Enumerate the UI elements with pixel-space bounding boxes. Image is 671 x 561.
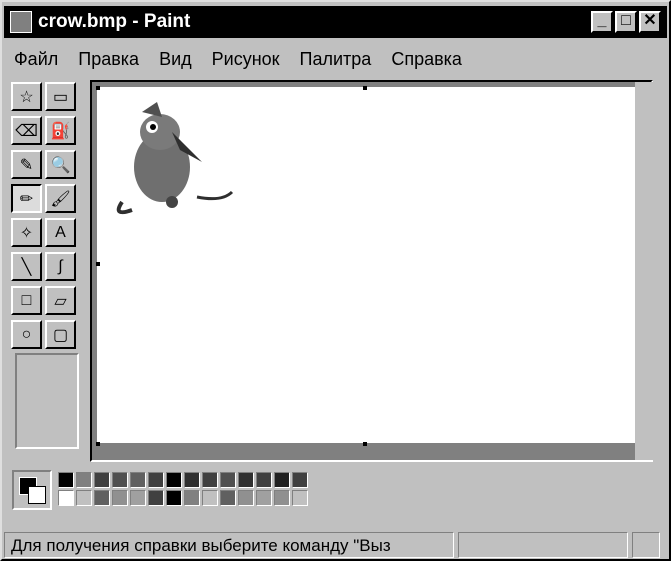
crow-image: [116, 102, 234, 215]
palette-swatch[interactable]: [130, 490, 146, 506]
menu-file[interactable]: Файл: [4, 49, 68, 70]
palette-swatch[interactable]: [112, 490, 128, 506]
line-icon[interactable]: ╲: [11, 252, 42, 281]
palette-swatch[interactable]: [112, 472, 128, 488]
minimize-button[interactable]: _: [591, 11, 613, 33]
status-resize-grip[interactable]: [632, 532, 660, 558]
status-panel: [458, 532, 628, 558]
palette-swatch[interactable]: [220, 472, 236, 488]
canvas-area: [90, 80, 653, 462]
resize-handle[interactable]: [96, 86, 100, 90]
paint-app-icon: [10, 11, 32, 33]
rectangle-icon[interactable]: □: [11, 286, 42, 315]
palette-swatch[interactable]: [184, 490, 200, 506]
drawing-canvas[interactable]: [97, 87, 637, 443]
window-buttons: _ □ ✕: [591, 11, 661, 33]
menu-help[interactable]: Справка: [381, 49, 472, 70]
palette-swatch[interactable]: [148, 490, 164, 506]
palette-swatch[interactable]: [58, 472, 74, 488]
palette-swatch[interactable]: [94, 472, 110, 488]
menu-view[interactable]: Вид: [149, 49, 202, 70]
fill-icon[interactable]: ⛽: [45, 116, 76, 145]
resize-handle[interactable]: [363, 86, 367, 90]
tool-options[interactable]: [15, 353, 79, 449]
polygon-icon[interactable]: ▱: [45, 286, 76, 315]
palette-swatch[interactable]: [202, 490, 218, 506]
palette-swatch[interactable]: [184, 472, 200, 488]
palette-swatch[interactable]: [130, 472, 146, 488]
text-icon[interactable]: A: [45, 218, 76, 247]
menu-bar: Файл Правка Вид Рисунок Палитра Справка: [4, 44, 472, 74]
palette-swatch[interactable]: [238, 472, 254, 488]
palette-swatch[interactable]: [166, 490, 182, 506]
window-title: crow.bmp - Paint: [38, 11, 191, 32]
palette-swatch[interactable]: [256, 472, 272, 488]
resize-handle[interactable]: [96, 262, 100, 266]
magnifier-icon[interactable]: 🔍: [45, 150, 76, 179]
eraser-icon[interactable]: ⌫: [11, 116, 42, 145]
close-button[interactable]: ✕: [639, 11, 661, 33]
brush-icon[interactable]: 🖌: [45, 184, 76, 213]
palette-swatch[interactable]: [148, 472, 164, 488]
palette-swatch[interactable]: [238, 490, 254, 506]
paint-window: crow.bmp - Paint _ □ ✕ Файл Правка Вид Р…: [0, 0, 671, 561]
title-bar[interactable]: crow.bmp - Paint _ □ ✕: [4, 6, 667, 38]
menu-colors[interactable]: Палитра: [290, 49, 382, 70]
pick-color-icon[interactable]: ✎: [11, 150, 42, 179]
pencil-icon[interactable]: ✏: [11, 184, 42, 213]
resize-handle[interactable]: [96, 442, 100, 446]
palette-swatch[interactable]: [166, 472, 182, 488]
palette-swatch[interactable]: [220, 490, 236, 506]
palette-swatch[interactable]: [274, 490, 290, 506]
palette-swatch[interactable]: [76, 490, 92, 506]
palette-swatch[interactable]: [292, 472, 308, 488]
color-palette: [4, 464, 667, 526]
background-color: [28, 486, 46, 504]
palette-swatch[interactable]: [274, 472, 290, 488]
current-colors: [12, 470, 52, 510]
status-text: Для получения справки выберите команду "…: [4, 532, 454, 558]
rect-select-icon[interactable]: ▭: [45, 82, 76, 111]
palette-swatch[interactable]: [256, 490, 272, 506]
palette-swatch[interactable]: [202, 472, 218, 488]
ellipse-icon[interactable]: ○: [11, 320, 42, 349]
free-form-select-icon[interactable]: ☆: [11, 82, 42, 111]
resize-handle[interactable]: [363, 442, 367, 446]
menu-edit[interactable]: Правка: [68, 49, 149, 70]
curve-icon[interactable]: ∫: [45, 252, 76, 281]
palette-swatch[interactable]: [292, 490, 308, 506]
menu-image[interactable]: Рисунок: [202, 49, 290, 70]
status-bar: Для получения справки выберите команду "…: [4, 530, 667, 560]
palette-swatch[interactable]: [76, 472, 92, 488]
palette-swatch[interactable]: [58, 490, 74, 506]
rounded-rect-icon[interactable]: ▢: [45, 320, 76, 349]
palette-swatch[interactable]: [94, 490, 110, 506]
vertical-scrollbar[interactable]: [635, 82, 655, 460]
airbrush-icon[interactable]: ✧: [11, 218, 42, 247]
maximize-button[interactable]: □: [615, 11, 637, 33]
